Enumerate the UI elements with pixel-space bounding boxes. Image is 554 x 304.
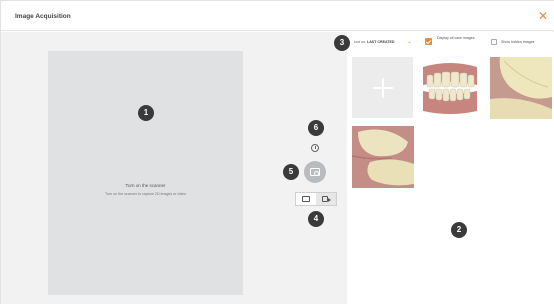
show-hidden-checkbox[interactable]	[491, 39, 497, 45]
callout-badge-4: 4	[308, 211, 324, 227]
close-icon[interactable]: ✕	[537, 10, 549, 22]
image-thumbnail[interactable]	[490, 57, 552, 119]
sort-control[interactable]: sort on: LAST CREATED	[354, 40, 394, 44]
sort-value: LAST CREATED	[367, 40, 395, 44]
photo-mode-button[interactable]	[296, 193, 316, 205]
callout-badge-3: 3	[334, 35, 350, 51]
sort-label: sort on:	[354, 40, 366, 44]
capture-button[interactable]	[304, 161, 326, 183]
image-thumbnail[interactable]	[419, 57, 481, 119]
image-thumbnail[interactable]	[352, 126, 414, 188]
window-title: Image Acquisition	[15, 13, 71, 20]
preview-subtitle: Turn on the scanner to capture 2D images…	[105, 192, 186, 196]
callout-badge-6: 6	[308, 120, 324, 136]
teeth-frontal-image	[419, 57, 481, 119]
video-mode-button[interactable]	[316, 193, 336, 205]
capture-mode-toggle	[295, 192, 337, 206]
add-image-tile[interactable]	[352, 57, 413, 118]
title-bar: Image Acquisition ✕	[1, 1, 554, 31]
callout-badge-2: 2	[451, 222, 467, 238]
image-acquisition-window: Image Acquisition ✕ Turn on the scanner …	[0, 0, 554, 304]
display-all-checkbox[interactable]	[425, 38, 432, 45]
tooth-closeup-image	[490, 57, 552, 119]
camera-icon	[310, 168, 320, 176]
tooth-closeup-side-image	[352, 126, 414, 188]
video-camera-icon	[322, 196, 331, 202]
timer-icon[interactable]	[311, 144, 319, 152]
chevron-down-icon[interactable]: ⌄	[407, 38, 412, 45]
display-all-label: Display all case images	[437, 36, 475, 40]
callout-badge-1: 1	[138, 105, 154, 121]
scanner-preview: Turn on the scanner Turn on the scanner …	[48, 51, 243, 295]
preview-title: Turn on the scanner	[125, 183, 166, 188]
callout-badge-5: 5	[283, 164, 299, 180]
photo-camera-icon	[302, 196, 310, 202]
show-hidden-label: Show hidden images	[501, 40, 535, 44]
